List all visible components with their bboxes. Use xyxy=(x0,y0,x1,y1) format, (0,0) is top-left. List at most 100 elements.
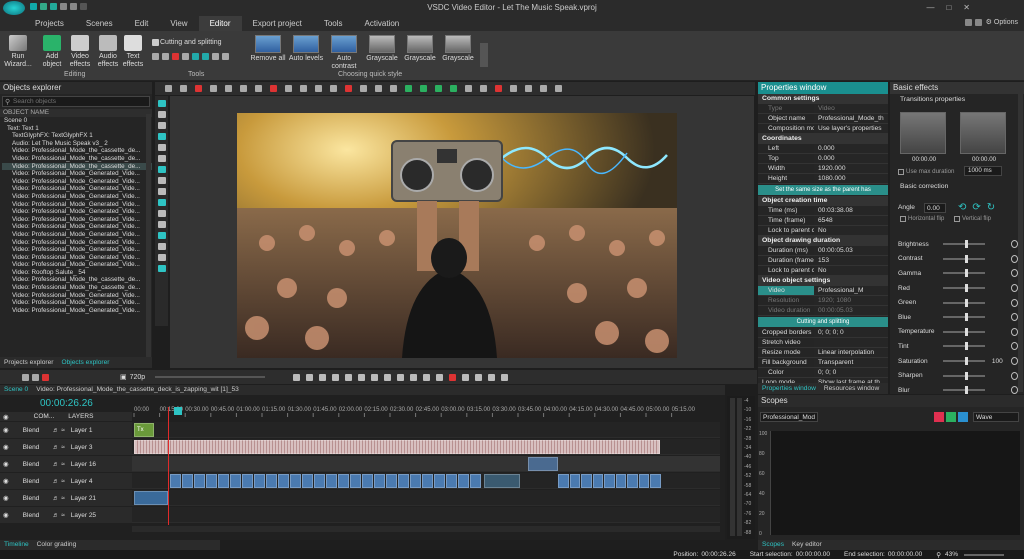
split-icon[interactable] xyxy=(211,53,219,60)
channel-b-toggle[interactable] xyxy=(958,412,968,422)
eye-icon[interactable]: ◉ xyxy=(3,511,9,519)
prop-composition[interactable]: Composition modUse layer's properties xyxy=(758,124,888,134)
video-clip[interactable] xyxy=(386,474,397,488)
video-clip[interactable] xyxy=(362,474,373,488)
slider-thumb[interactable] xyxy=(965,254,969,263)
sprite-icon[interactable] xyxy=(157,221,166,228)
audio-split-icon[interactable] xyxy=(475,373,483,381)
video-clip[interactable] xyxy=(170,474,181,488)
scene-tab[interactable]: Scene 0 xyxy=(0,385,32,395)
video-clip[interactable] xyxy=(350,474,361,488)
speaker-icon[interactable]: ♬ xyxy=(53,427,60,434)
menu-editor[interactable]: Editor xyxy=(198,16,242,31)
maximize-icon[interactable]: □ xyxy=(946,3,951,12)
eye-icon[interactable]: ◉ xyxy=(3,494,9,502)
eye-icon[interactable]: ◉ xyxy=(3,443,9,451)
slider-track[interactable] xyxy=(943,240,986,249)
slider-thumb[interactable] xyxy=(965,240,969,249)
video-clip[interactable] xyxy=(470,474,481,488)
zoom-icon[interactable]: ⚲ xyxy=(936,551,941,559)
prop-lock-parent-2[interactable]: Lock to parent c No xyxy=(758,266,888,276)
tab-resources-window[interactable]: Resources window xyxy=(820,384,883,394)
open-icon[interactable] xyxy=(39,3,47,10)
time-ruler[interactable]: 00:00 00:15.00 00:30.00 00:45.00 01:00.00 01:… xyxy=(132,403,720,417)
tree-item[interactable]: Video: Professional_Mode_Generated_Vide.… xyxy=(2,178,152,186)
loop-icon[interactable] xyxy=(293,373,301,381)
prop-top[interactable]: Top 0.000 xyxy=(758,154,888,164)
save-icon[interactable] xyxy=(49,3,57,10)
minimize-icon[interactable]: — xyxy=(926,3,934,12)
slider-track[interactable] xyxy=(943,313,986,322)
tree-scene[interactable]: Scene 0 xyxy=(2,117,152,125)
playhead[interactable] xyxy=(168,407,169,525)
text-effects-button[interactable]: Text effects xyxy=(121,35,145,69)
grid-icon[interactable] xyxy=(345,85,352,92)
text-icon[interactable] xyxy=(157,166,166,173)
layer-name[interactable]: Layer 25 xyxy=(71,512,96,519)
tree-item[interactable]: Text: Text 1 xyxy=(2,125,152,133)
chart-icon[interactable] xyxy=(157,210,166,217)
video-clip[interactable] xyxy=(604,474,615,488)
layer-name[interactable]: Layer 1 xyxy=(71,427,93,434)
rewind-icon[interactable] xyxy=(21,373,29,381)
audio-effects-button[interactable]: Audio effects xyxy=(94,35,122,69)
slider-thumb[interactable] xyxy=(965,284,969,293)
menu-activation[interactable]: Activation xyxy=(354,16,411,31)
prop-cropped-borders[interactable]: Cropped borders 0; 0; 0; 0 xyxy=(758,328,888,338)
quick-style-grayscale-3[interactable]: Grayscale xyxy=(440,35,476,63)
cut-icon[interactable] xyxy=(423,373,431,381)
add-object-button[interactable]: Add object xyxy=(38,35,66,69)
slider-track[interactable] xyxy=(943,269,986,278)
menu-tools[interactable]: Tools xyxy=(313,16,354,31)
tree-item[interactable]: Video: Professional_Mode_Generated_Vide.… xyxy=(2,185,152,193)
explorer-scrollbar[interactable] xyxy=(146,114,151,364)
speaker-icon[interactable]: ♬ xyxy=(53,461,60,468)
video-clip[interactable] xyxy=(398,474,409,488)
lock-icon[interactable] xyxy=(375,85,382,92)
next-frame-icon[interactable] xyxy=(384,373,392,381)
snapshot-icon[interactable] xyxy=(488,373,496,381)
record-icon[interactable] xyxy=(171,53,179,60)
fit-icon[interactable] xyxy=(462,373,470,381)
arrow-up-icon[interactable] xyxy=(405,85,412,92)
video-clip[interactable] xyxy=(182,474,193,488)
video-clip[interactable] xyxy=(206,474,217,488)
quick-style-auto-contrast[interactable]: Auto contrast xyxy=(324,35,364,71)
scope-mode-select[interactable]: Wave xyxy=(973,412,1019,422)
tree-item[interactable]: Video: Professional_Mode_Generated_Vide.… xyxy=(2,201,152,209)
video-clip[interactable] xyxy=(558,474,569,488)
order-back-icon[interactable] xyxy=(315,85,322,92)
video-clip[interactable] xyxy=(410,474,421,488)
reset-icon[interactable] xyxy=(1010,371,1018,380)
blend-mode-select[interactable]: Blend xyxy=(23,461,53,468)
reset-icon[interactable] xyxy=(1010,240,1018,249)
distribute-icon[interactable] xyxy=(255,85,262,92)
tree-item[interactable]: Audio: Let The Music Speak v3_ 2 xyxy=(2,140,152,148)
prop-time-frame[interactable]: Time (frame) 6548 xyxy=(758,216,888,226)
video-clip[interactable] xyxy=(484,474,520,488)
angle-input[interactable]: 0.00 xyxy=(924,202,946,213)
channel-g-toggle[interactable] xyxy=(946,412,956,422)
cutting-splitting-button[interactable]: Cutting and splitting xyxy=(150,39,221,46)
blend-icon[interactable] xyxy=(525,85,532,92)
slider-thumb[interactable] xyxy=(965,313,969,322)
slider-track[interactable] xyxy=(943,284,986,293)
use-max-checkbox[interactable] xyxy=(898,168,904,175)
redo-icon[interactable] xyxy=(69,3,77,10)
flip-v-icon[interactable] xyxy=(480,85,487,92)
crop-icon[interactable] xyxy=(151,53,159,60)
speaker-icon[interactable]: ♬ xyxy=(53,512,60,519)
slider-track[interactable] xyxy=(943,298,986,307)
video-clip[interactable] xyxy=(134,491,168,505)
tree-item[interactable]: Video: Professional_Mode_the_cassette_de… xyxy=(2,147,152,155)
prop-lock-parent[interactable]: Lock to parent c No xyxy=(758,226,888,236)
prop-video[interactable]: Video Professional_M xyxy=(758,286,888,296)
stop-icon[interactable] xyxy=(371,373,379,381)
video-clip[interactable] xyxy=(458,474,469,488)
eye-icon[interactable]: ◉ xyxy=(3,426,9,434)
step-icon[interactable] xyxy=(31,373,39,381)
rect-select-icon[interactable] xyxy=(157,111,166,118)
slider-track[interactable] xyxy=(943,386,986,395)
arrow-bottom-icon[interactable] xyxy=(450,85,457,92)
search-input[interactable] xyxy=(13,97,133,106)
